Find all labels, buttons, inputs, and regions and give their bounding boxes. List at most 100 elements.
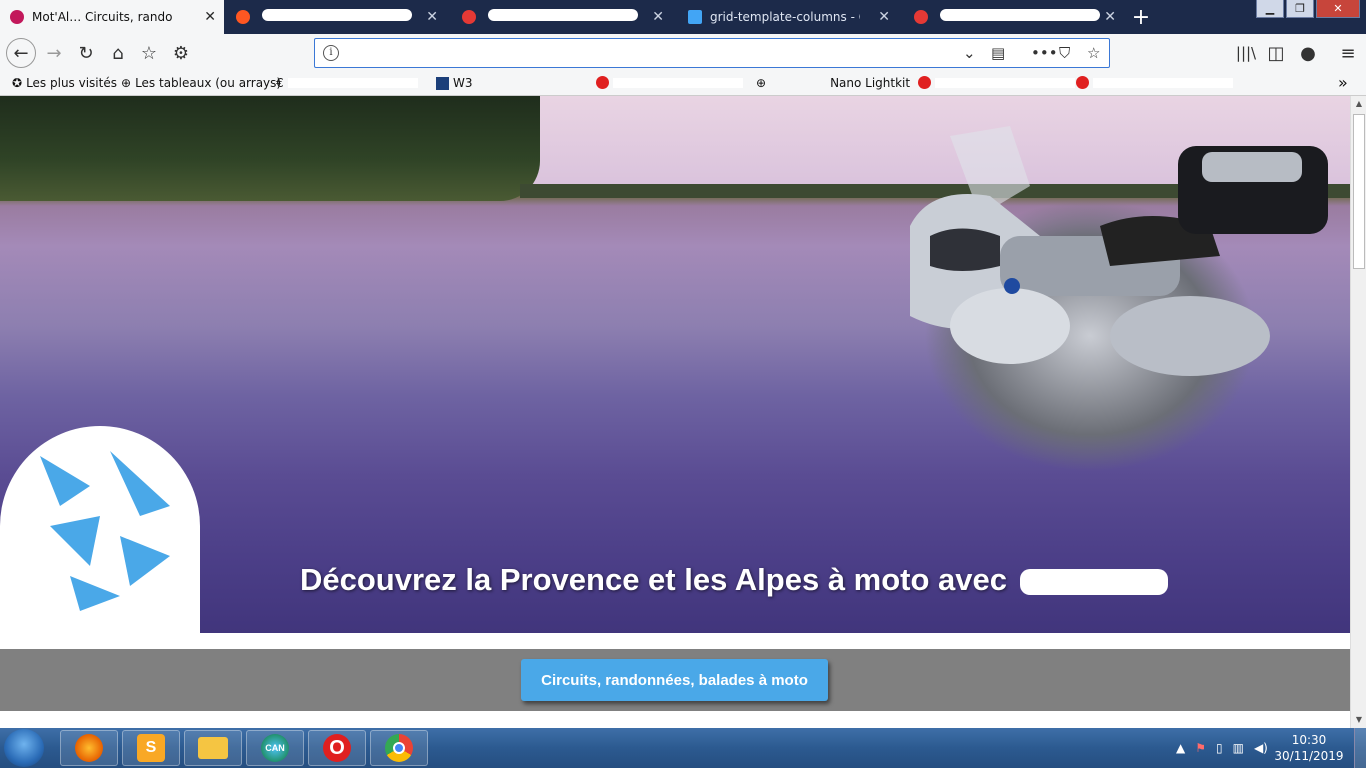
scroll-thumb[interactable]	[1353, 114, 1365, 269]
bookmark-item[interactable]	[596, 76, 743, 89]
info-icon[interactable]: i	[323, 45, 339, 61]
tray-expand-icon[interactable]: ▲	[1176, 741, 1185, 755]
euro-icon: €	[276, 76, 284, 90]
scroll-up-icon[interactable]: ▲	[1351, 96, 1366, 112]
settings-button[interactable]: ⚙	[167, 39, 195, 67]
globe-icon: ⊕	[121, 76, 132, 90]
pinterest-icon	[1076, 76, 1089, 89]
clock[interactable]: 10:30 30/11/2019	[1274, 732, 1344, 764]
redaction	[935, 77, 1075, 88]
sidebar-button[interactable]: ◫	[1262, 39, 1290, 67]
taskbar-edge-can[interactable]: CAN	[246, 730, 304, 766]
bookmark-item[interactable]: €	[276, 76, 418, 90]
bookmark-item[interactable]: ⊕ Les tableaux (ou arrays)	[121, 76, 281, 90]
bookmark-item[interactable]: ⊕ Nano Lightkit	[756, 76, 910, 90]
double-chevron-right-icon: »	[1338, 73, 1348, 92]
taskbar-opera[interactable]: O	[308, 730, 366, 766]
library-button[interactable]: |||\	[1232, 39, 1260, 67]
more-bookmarks-button[interactable]: »	[1338, 73, 1348, 92]
site-favicon-icon	[688, 10, 702, 24]
start-button[interactable]	[4, 729, 44, 767]
site-favicon-icon	[462, 10, 476, 24]
close-icon[interactable]: ✕	[426, 9, 438, 25]
bookmark-item[interactable]: ✪ Les plus visités	[12, 76, 117, 90]
gear-icon: ⚙	[172, 42, 190, 64]
sidebar-icon: ◫	[1267, 42, 1285, 64]
network-icon[interactable]: ▥	[1233, 741, 1244, 755]
redaction	[1093, 77, 1233, 88]
tab-3[interactable]: ✕	[452, 0, 674, 34]
opera-icon: O	[323, 734, 351, 762]
vertical-scrollbar[interactable]: ▲ ▼	[1350, 96, 1366, 728]
close-icon[interactable]: ✕	[652, 9, 664, 25]
bookmark-star-button[interactable]: ☆	[135, 39, 163, 67]
pinterest-icon	[596, 76, 609, 89]
firefox-icon	[75, 734, 103, 762]
star-icon: ☆	[140, 42, 158, 64]
bookmark-label: W3	[453, 76, 473, 90]
tab-4[interactable]: grid-template-columns - CSS ✕	[678, 0, 900, 34]
redaction	[287, 78, 418, 88]
redaction	[1019, 568, 1168, 595]
url-bar[interactable]: i ⌄ ▤ ••• ⛉ ☆	[314, 38, 1110, 68]
back-button[interactable]: ←	[6, 38, 36, 68]
reload-icon: ↻	[78, 42, 94, 64]
taskbar-explorer[interactable]	[184, 730, 242, 766]
reload-button[interactable]: ↻	[72, 39, 100, 67]
motorcycle-image	[910, 126, 1328, 376]
tab-2[interactable]: ✕	[226, 0, 448, 34]
redaction	[262, 9, 412, 21]
hero-title: Découvrez la Provence et les Alpes à mot…	[300, 562, 1200, 598]
menu-button[interactable]: ≡	[1334, 39, 1362, 67]
taskbar-firefox[interactable]	[60, 730, 118, 766]
bookmark-icon	[436, 76, 449, 90]
extension-icon: ●	[1300, 42, 1316, 64]
close-icon[interactable]: ✕	[878, 9, 890, 25]
bookmark-label: Les plus visités	[26, 76, 117, 90]
show-desktop-button[interactable]	[1354, 728, 1366, 768]
extension-button[interactable]: ●	[1294, 39, 1322, 67]
redaction	[940, 9, 1100, 21]
device-icon[interactable]: ▯	[1216, 741, 1223, 755]
site-favicon-icon	[10, 10, 24, 24]
redaction	[488, 9, 638, 21]
bookmark-item[interactable]	[1076, 76, 1233, 89]
star-icon: ✪	[12, 76, 23, 90]
redaction	[613, 77, 743, 88]
windows-taskbar: S CAN O ▲ ⚑ ▯ ▥ ◀) 10:30 30/11/2019	[0, 728, 1366, 768]
taskbar-chrome[interactable]	[370, 730, 428, 766]
arrow-right-icon: →	[46, 42, 62, 64]
bookmark-star-icon[interactable]: ☆	[1087, 44, 1100, 62]
pinterest-icon	[918, 76, 931, 89]
new-tab-button[interactable]: +	[1128, 4, 1154, 30]
minimize-button[interactable]: ▁	[1256, 0, 1284, 18]
close-window-button[interactable]: ✕	[1316, 0, 1360, 18]
reader-view-icon[interactable]: ▤	[991, 44, 1005, 62]
home-button[interactable]: ⌂	[104, 39, 132, 67]
clock-date: 30/11/2019	[1274, 749, 1344, 763]
globe-icon: ⊕	[756, 76, 767, 90]
circuits-button[interactable]: Circuits, randonnées, balades à moto	[521, 659, 828, 701]
tab-bar: Mot'Al… Circuits, rando ✕ ✕ ✕ grid-templ…	[0, 0, 1366, 34]
arrow-left-icon: ←	[13, 42, 29, 64]
close-icon[interactable]: ✕	[1104, 9, 1116, 25]
bookmark-item[interactable]	[918, 76, 1075, 89]
taskbar-sublime[interactable]: S	[122, 730, 180, 766]
pocket-icon[interactable]: ⛉	[1059, 44, 1070, 62]
volume-icon[interactable]: ◀)	[1254, 741, 1268, 755]
window-controls: ▁ ❐ ✕	[1256, 0, 1360, 18]
tab-5[interactable]: ✕	[904, 0, 1126, 34]
forward-button[interactable]: →	[40, 39, 68, 67]
scroll-down-icon[interactable]: ▼	[1351, 712, 1366, 728]
flag-icon[interactable]: ⚑	[1195, 741, 1206, 755]
hero-banner: Découvrez la Provence et les Alpes à mot…	[0, 96, 1350, 633]
bookmark-item[interactable]: W3	[436, 76, 473, 90]
maximize-button[interactable]: ❐	[1286, 0, 1314, 18]
library-icon: |||\	[1235, 44, 1257, 62]
tab-active[interactable]: Mot'Al… Circuits, rando ✕	[0, 0, 224, 34]
close-icon[interactable]: ✕	[204, 9, 216, 25]
bookmark-label: Nano Lightkit	[830, 76, 911, 90]
folder-icon	[198, 737, 228, 759]
more-actions-icon[interactable]: •••	[1031, 44, 1058, 62]
chevron-down-icon[interactable]: ⌄	[963, 44, 976, 62]
